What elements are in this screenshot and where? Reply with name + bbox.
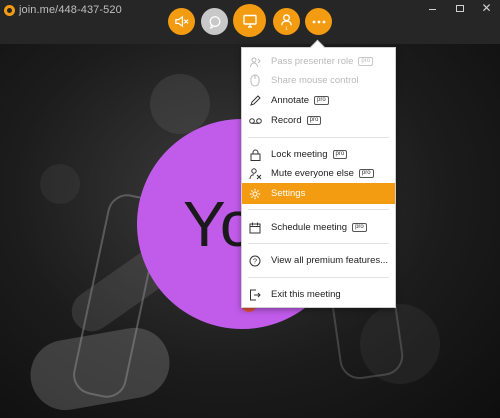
menu-item-label: Record: [271, 115, 302, 126]
pro-badge: pro: [314, 96, 329, 105]
menu-item-pass-presenter[interactable]: Pass presenter role pro: [242, 51, 395, 72]
menu-item-label: Share mouse control: [271, 75, 359, 86]
brand: join.me/448-437-520: [4, 4, 122, 16]
menu-divider: [248, 277, 389, 278]
more-options-menu: Pass presenter role pro Share mouse cont…: [241, 47, 396, 308]
more-options-button[interactable]: [305, 8, 332, 35]
menu-item-exit-meeting[interactable]: Exit this meeting: [242, 284, 395, 305]
menu-divider: [248, 209, 389, 210]
menu-item-schedule-meeting[interactable]: Schedule meeting pro: [242, 217, 395, 238]
menu-item-label: Annotate: [271, 95, 310, 106]
menu-item-label: Pass presenter role: [271, 56, 354, 67]
pro-badge: pro: [332, 150, 348, 159]
meeting-address: join.me/448-437-520: [19, 4, 122, 16]
chat-bubble-icon: [209, 15, 220, 29]
menu-item-share-mouse[interactable]: Share mouse control: [242, 70, 395, 91]
help-icon: ?: [248, 254, 262, 268]
lock-icon: [248, 148, 262, 162]
meeting-id: /448-437-520: [55, 4, 122, 16]
pro-badge: pro: [358, 169, 374, 178]
speaker-muted-icon: [175, 15, 189, 28]
menu-item-label: Exit this meeting: [271, 289, 341, 300]
presenter-icon: [248, 55, 262, 69]
gear-icon: [248, 187, 262, 201]
exit-icon: [248, 288, 262, 302]
mouse-icon: [248, 74, 262, 88]
menu-item-view-premium[interactable]: ? View all premium features...: [242, 250, 395, 271]
participants-count: 1: [285, 25, 288, 30]
menu-item-label: Lock meeting: [271, 149, 328, 160]
brand-name: join.me: [19, 4, 56, 16]
top-toolbar: join.me/448-437-520 ✕ 1: [0, 0, 500, 44]
participants-button[interactable]: 1: [273, 8, 300, 35]
pro-badge: pro: [352, 223, 367, 232]
maximize-icon[interactable]: [446, 0, 473, 16]
screen-share-button[interactable]: [233, 4, 266, 37]
menu-item-label: Schedule meeting: [271, 222, 348, 233]
pro-badge: pro: [306, 116, 322, 125]
light-streak: [24, 322, 176, 416]
window-controls: ✕: [419, 0, 500, 16]
bokeh-light: [150, 74, 210, 134]
person-icon: 1: [281, 14, 292, 30]
menu-item-label: View all premium features...: [271, 255, 389, 266]
record-tape-icon: [248, 114, 262, 128]
menu-divider: [248, 243, 389, 244]
bokeh-light: [40, 164, 80, 204]
monitor-icon: [242, 14, 257, 28]
menu-item-lock-meeting[interactable]: Lock meeting pro: [242, 144, 395, 165]
menu-item-label: Mute everyone else: [271, 168, 354, 179]
menu-item-settings[interactable]: Settings: [242, 183, 395, 204]
menu-divider: [248, 137, 389, 138]
joinme-logo-icon: [4, 4, 15, 16]
pro-badge: pro: [358, 57, 374, 66]
menu-item-label: Settings: [271, 188, 306, 199]
ellipsis-icon: [312, 20, 325, 23]
svg-text:?: ?: [253, 256, 257, 265]
calendar-icon: [248, 221, 262, 235]
chat-button[interactable]: [201, 8, 228, 35]
close-icon[interactable]: ✕: [473, 0, 500, 16]
minimize-icon[interactable]: [419, 0, 446, 16]
mute-person-icon: [248, 167, 262, 181]
pencil-icon: [248, 94, 262, 108]
menu-item-mute-everyone[interactable]: Mute everyone else pro: [242, 163, 395, 184]
mute-audio-button[interactable]: [168, 8, 195, 35]
menu-item-record[interactable]: Record pro: [242, 110, 395, 131]
menu-item-annotate[interactable]: Annotate pro: [242, 90, 395, 111]
